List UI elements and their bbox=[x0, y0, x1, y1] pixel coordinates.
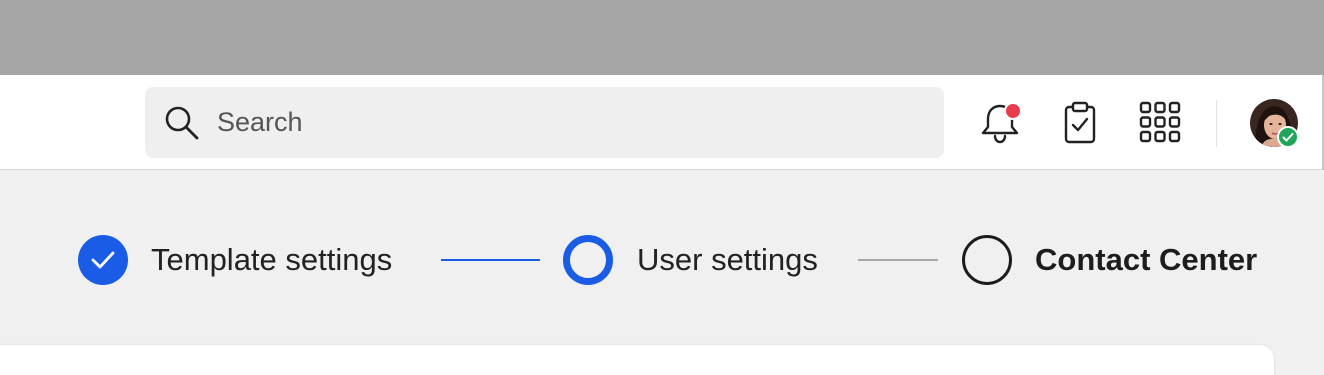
toolbar-divider bbox=[1216, 100, 1217, 147]
user-avatar-button[interactable] bbox=[1249, 98, 1299, 148]
step-label-template-settings[interactable]: Template settings bbox=[151, 241, 392, 279]
search-icon bbox=[165, 106, 199, 140]
step-completed-marker[interactable] bbox=[78, 235, 128, 285]
clipboard-check-icon bbox=[1064, 101, 1096, 144]
notifications-button[interactable] bbox=[977, 99, 1023, 145]
checkmark-icon bbox=[91, 251, 115, 269]
window-backdrop bbox=[0, 0, 1324, 75]
step-current-marker[interactable] bbox=[563, 235, 613, 285]
content-card bbox=[0, 345, 1274, 375]
step-upcoming-marker[interactable] bbox=[962, 235, 1012, 285]
step-label-user-settings[interactable]: User settings bbox=[637, 241, 818, 279]
app-launcher-button[interactable] bbox=[1137, 99, 1183, 145]
notification-badge bbox=[1004, 102, 1022, 120]
check-icon bbox=[1282, 133, 1294, 142]
search-input[interactable] bbox=[217, 87, 917, 158]
wizard-stepper: Template settings User settings Contact … bbox=[0, 230, 1324, 290]
search-box[interactable] bbox=[145, 87, 944, 158]
presence-indicator bbox=[1277, 126, 1299, 148]
grid-icon bbox=[1139, 101, 1181, 143]
top-bar bbox=[0, 75, 1324, 170]
step-connector-upcoming bbox=[858, 259, 938, 261]
tasks-button[interactable] bbox=[1057, 99, 1103, 145]
step-connector-completed bbox=[441, 259, 540, 261]
step-label-contact-center[interactable]: Contact Center bbox=[1035, 241, 1257, 279]
